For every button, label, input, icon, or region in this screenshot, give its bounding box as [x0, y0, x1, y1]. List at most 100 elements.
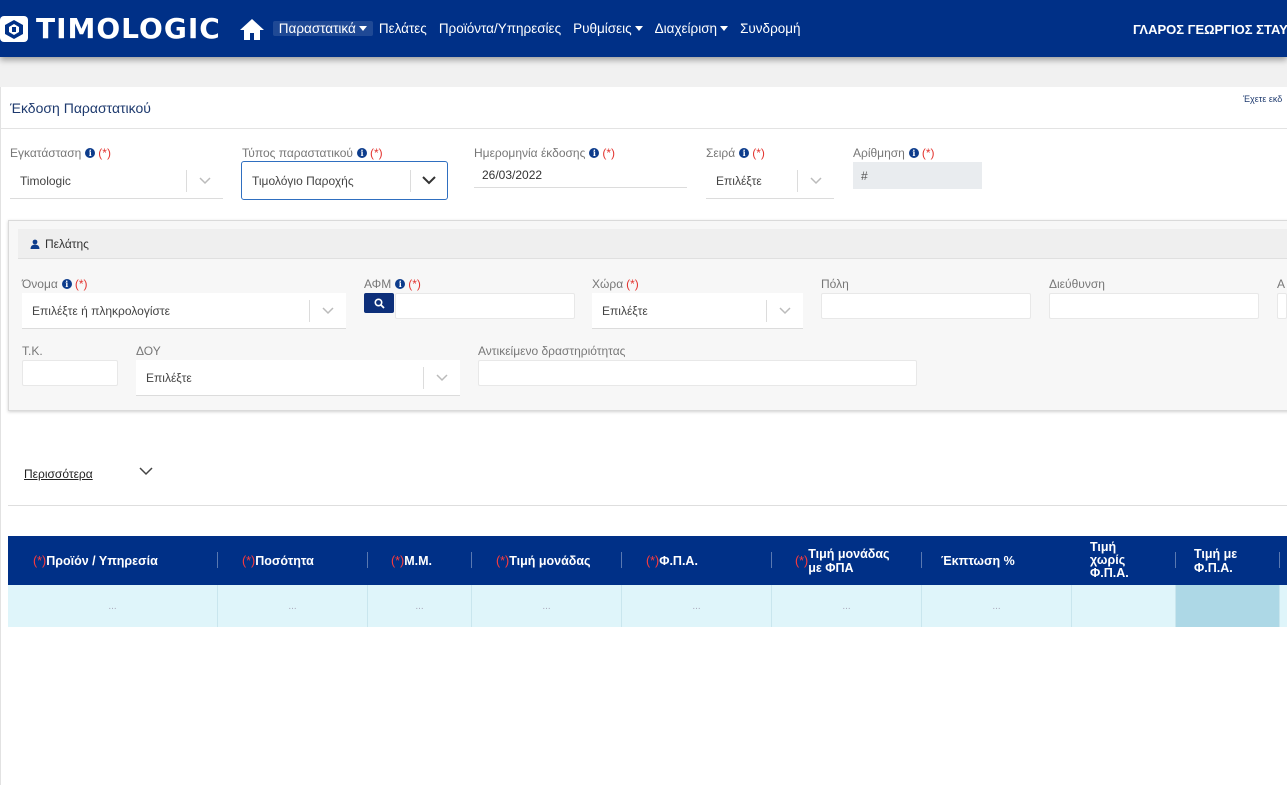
numbering-label: Αρίθμηση i (*) — [853, 146, 935, 160]
chevron-down-icon[interactable] — [139, 467, 153, 476]
info-icon[interactable]: i — [356, 148, 367, 158]
chevron-down-icon — [187, 176, 223, 185]
user-icon — [30, 239, 40, 249]
home-icon[interactable] — [239, 17, 265, 41]
column-divider — [217, 552, 218, 568]
country-label: Χώρα (*) — [592, 277, 639, 291]
required-mark: (*) — [626, 277, 639, 291]
nav-documents[interactable]: Παραστατικά — [272, 21, 373, 36]
col-vat[interactable]: (*) Φ.Π.Α. — [646, 536, 698, 585]
title-divider — [0, 128, 1287, 129]
series-label: Σειρά i (*) — [706, 146, 765, 160]
activity-input[interactable] — [478, 360, 917, 386]
required-mark: (*) — [74, 277, 88, 291]
nav-customers-label: Πελάτες — [378, 21, 427, 36]
column-divider — [1175, 552, 1176, 568]
col-unit[interactable]: (*) Μ.Μ. — [391, 536, 432, 585]
vat-input[interactable] — [395, 293, 575, 319]
cell-unit[interactable]: ... — [368, 585, 472, 627]
info-icon[interactable]: i — [908, 148, 919, 158]
col-discount-label: Έκπτωση % — [941, 553, 1015, 568]
required-mark: (*) — [369, 146, 383, 160]
doc-type-label-text: Τύπος παραστατικού — [242, 146, 353, 160]
column-divider — [921, 552, 922, 568]
address-label: Διεύθυνση — [1049, 277, 1105, 291]
country-select[interactable]: Επιλέξτε — [592, 293, 803, 329]
nav-products-label: Προϊόντα/Υπηρεσίες — [438, 21, 562, 36]
required-mark: (*) — [602, 146, 616, 160]
tax-office-value: Επιλέξτε — [146, 370, 192, 385]
info-icon[interactable]: i — [395, 279, 406, 289]
issue-date-input[interactable]: 26/03/2022 — [474, 163, 687, 188]
info-icon[interactable]: i — [61, 279, 72, 289]
col-price-without-vat[interactable]: Τιμή χωρίς Φ.Π.Α. — [1090, 536, 1129, 585]
chevron-down-icon — [767, 306, 803, 315]
col-label-line: Τιμή μονάδας — [808, 546, 890, 561]
cut-off-input[interactable] — [1277, 293, 1287, 319]
customer-header-text: Πελάτης — [45, 236, 89, 251]
required-mark: (*) — [33, 553, 47, 568]
city-label: Πόλη — [821, 277, 849, 291]
issue-date-label: Ημερομηνία έκδοσης i (*) — [474, 146, 615, 160]
column-divider — [621, 552, 622, 568]
nav-customers[interactable]: Πελάτες — [373, 21, 433, 36]
installation-label: Εγκατάσταση i (*) — [10, 146, 111, 160]
required-mark: (*) — [646, 553, 660, 568]
required-mark: (*) — [752, 146, 765, 160]
nav-documents-label: Παραστατικά — [278, 21, 356, 36]
customer-name-label-text: Όνομα — [22, 277, 58, 291]
series-label-text: Σειρά — [706, 146, 736, 160]
section-divider — [8, 505, 1287, 506]
col-quantity[interactable]: (*) Ποσότητα — [242, 536, 314, 585]
more-link[interactable]: Περισσότερα — [24, 467, 93, 481]
cell-quantity[interactable]: ... — [218, 585, 368, 627]
cell-discount[interactable]: ... — [922, 585, 1072, 627]
cell-price-with-vat — [1176, 585, 1280, 627]
cell-vat[interactable]: ... — [622, 585, 772, 627]
info-icon[interactable]: i — [85, 148, 96, 158]
col-product-service[interactable]: (*) Προϊόν / Υπηρεσία — [33, 536, 158, 585]
doc-type-select[interactable]: Τιμολόγιο Παροχής — [241, 161, 448, 200]
col-label-line: Φ.Π.Α. — [1194, 560, 1233, 575]
main-menu: Παραστατικά Πελάτες Προϊόντα/Υπηρεσίες Ρ… — [272, 21, 807, 36]
required-mark: (*) — [921, 146, 935, 160]
column-divider — [1279, 552, 1280, 568]
logo[interactable]: TIMOLOGIC — [0, 12, 221, 45]
numbering-label-text: Αρίθμηση — [853, 146, 905, 160]
col-price-with-vat[interactable]: Τιμή με Φ.Π.Α. — [1194, 536, 1237, 585]
info-icon[interactable]: i — [589, 148, 600, 158]
city-input[interactable] — [821, 293, 1031, 319]
zip-input[interactable] — [22, 360, 118, 386]
nav-products-services[interactable]: Προϊόντα/Υπηρεσίες — [433, 21, 567, 36]
cell-unit-price-with-vat[interactable]: ... — [772, 585, 922, 627]
col-unit-price[interactable]: (*) Τιμή μονάδας — [496, 536, 591, 585]
top-navbar: TIMOLOGIC Παραστατικά Πελάτες Προϊόντα/Υ… — [0, 0, 1287, 57]
tax-office-label: ΔΟΥ — [136, 344, 161, 358]
tax-office-select[interactable]: Επιλέξτε — [136, 360, 460, 396]
nav-administration[interactable]: Διαχείριση — [649, 21, 734, 36]
vat-label-text: ΑΦΜ — [364, 277, 392, 291]
address-input[interactable] — [1049, 293, 1259, 319]
cell-unit-price[interactable]: ... — [472, 585, 622, 627]
column-divider — [367, 552, 368, 568]
installation-select[interactable]: Timologic — [10, 163, 223, 199]
customer-section-header: Πελάτης — [18, 229, 1287, 259]
col-discount[interactable]: Έκπτωση % — [941, 536, 1015, 585]
nav-settings[interactable]: Ρυθμίσεις — [567, 21, 649, 36]
nav-subscription[interactable]: Συνδρομή — [734, 21, 806, 36]
series-select[interactable]: Επιλέξτε — [706, 163, 834, 199]
col-unit-price-label: Τιμή μονάδας — [509, 553, 591, 568]
cell-product[interactable]: ... — [8, 585, 218, 627]
col-unit-price-with-vat[interactable]: (*) Τιμή μονάδας με ΦΠΑ — [795, 536, 890, 585]
chevron-down-icon — [310, 306, 346, 315]
customer-name-label: Όνομα i (*) — [22, 277, 88, 291]
vat-search-button[interactable] — [364, 293, 394, 313]
user-menu[interactable]: ΓΛΑΡΟΣ ΓΕΩΡΓΙΟΣ ΣΤΑΥ — [1133, 22, 1287, 37]
customer-name-select[interactable]: Επιλέξτε ή πληκρολογίστε — [22, 293, 346, 329]
series-value: Επιλέξτε — [716, 173, 762, 188]
info-icon[interactable]: i — [739, 148, 750, 158]
col-product-label: Προϊόν / Υπηρεσία — [46, 553, 158, 568]
installation-value: Timologic — [20, 173, 71, 188]
caret-down-icon — [358, 26, 367, 31]
cut-off-label: Α — [1277, 277, 1286, 291]
